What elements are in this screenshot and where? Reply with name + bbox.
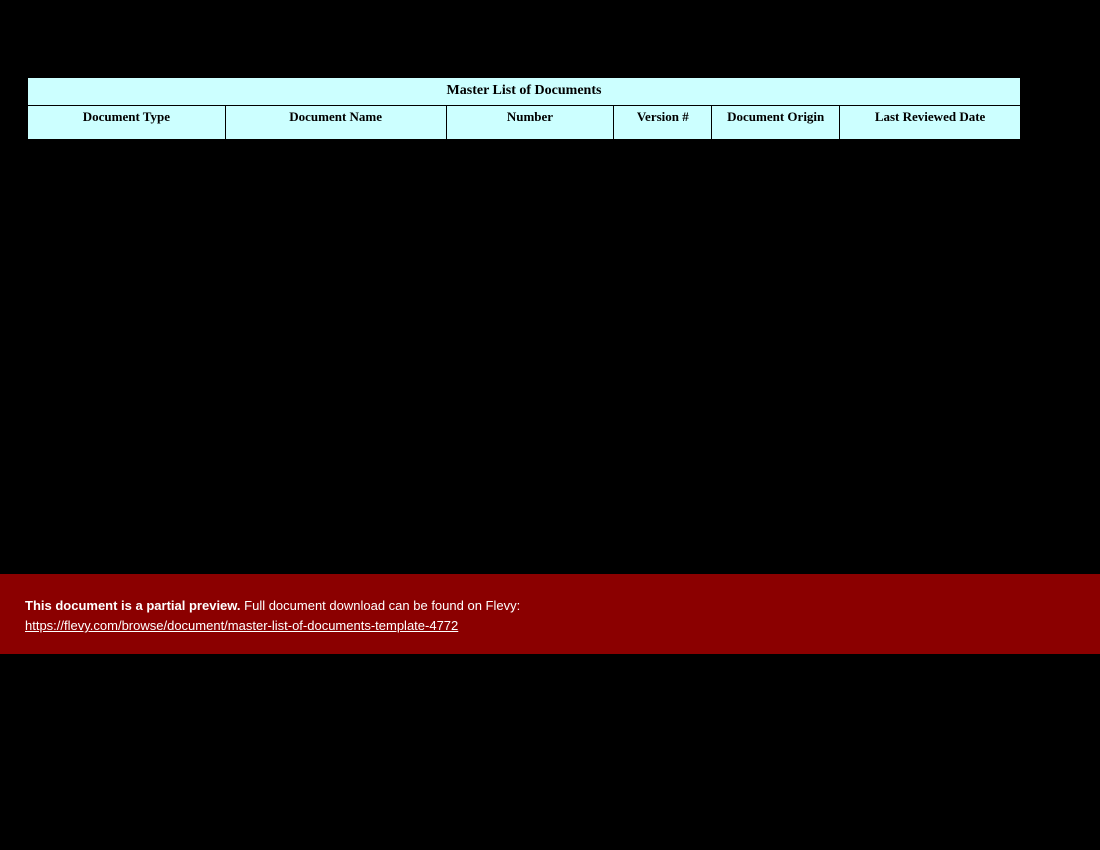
col-number: Number — [446, 106, 614, 140]
master-list-table: Master List of Documents Document Type D… — [27, 77, 1021, 140]
table-title: Master List of Documents — [28, 78, 1021, 106]
preview-banner: This document is a partial preview. Full… — [0, 574, 1100, 654]
banner-rest-text: Full document download can be found on F… — [241, 598, 521, 613]
col-version: Version # — [614, 106, 712, 140]
col-document-type: Document Type — [28, 106, 226, 140]
banner-bold-text: This document is a partial preview. — [25, 598, 241, 613]
col-document-origin: Document Origin — [712, 106, 840, 140]
header-row: Document Type Document Name Number Versi… — [28, 106, 1021, 140]
col-last-reviewed-date: Last Reviewed Date — [840, 106, 1021, 140]
document-table: Master List of Documents Document Type D… — [27, 77, 1021, 140]
banner-link[interactable]: https://flevy.com/browse/document/master… — [25, 618, 458, 633]
title-row: Master List of Documents — [28, 78, 1021, 106]
col-document-name: Document Name — [225, 106, 446, 140]
